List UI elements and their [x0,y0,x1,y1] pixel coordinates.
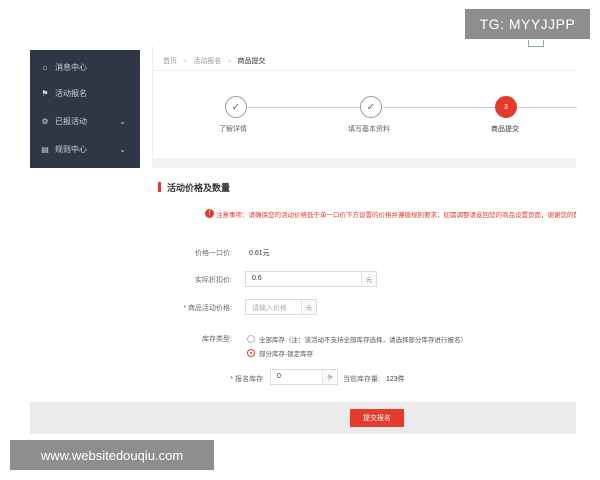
divider [153,70,577,71]
signup-stock-value: 0 [277,373,281,380]
step-connector [383,107,495,108]
flag-icon: ⚑ [41,88,49,98]
section-accent-bar [158,182,161,192]
stock-partial-option-label: 部分库存-锁定库存 [259,351,314,358]
stock-all-radio[interactable] [247,335,255,343]
discount-price-input[interactable]: 0.6 元 [245,271,377,287]
chevron-down-icon[interactable]: ⌄ [119,117,126,126]
warning-message: 注意事项：请确保您的活动价格低于单一口价下方设置的价格并遵循规则要求，如需调整请… [216,212,576,219]
activity-price-label: * 商品活动价格: [183,305,232,312]
activity-price-input[interactable]: 请输入价格 元 [245,299,317,315]
gear-icon: ⚙ [41,116,49,126]
stock-unit: 件 [322,370,337,384]
page-header: 首页 › 活动报名 › 商品提交 ✓ ✓ 3 了解详情 填写基本资料 商品提交 [152,46,577,158]
breadcrumb-home[interactable]: 首页 [163,58,177,65]
sidebar-item-messages[interactable]: ⌂ 消息中心 [30,54,140,80]
signup-stock-label: * 报名库存: [230,376,265,383]
activity-price-placeholder: 请输入价格 [252,305,287,312]
section-divider [152,158,576,168]
breadcrumb-current: 商品提交 [237,58,266,65]
price-value: 0.61元 [249,250,270,257]
discount-unit: 元 [361,272,376,286]
home-icon: ⌂ [42,62,48,72]
warning-icon: ! [205,209,214,218]
step-3-indicator: 3 [495,96,517,118]
signup-stock-input[interactable]: 0 件 [270,369,338,385]
screenshot: ⌂ 消息中心 ⚑ 活动报名 ⚙ 已报活动 ⌄ ▤ 规则中心 ⌄ 首页 › 活动报… [0,0,600,480]
stock-type-label: 库存类型: [202,336,232,343]
sidebar-item-activity-signup[interactable]: ⚑ 活动报名 [30,80,140,106]
sidebar-item-rules[interactable]: ▤ 规则中心 ⌄ [30,136,140,162]
step-2-check-icon: ✓ [360,96,382,118]
step-connector [518,107,577,108]
sidebar-item-label: 规则中心 [55,144,87,154]
step-connector [248,107,360,108]
current-stock-label: 当前库存量: [343,376,380,383]
header-tab-icon [528,40,544,47]
submit-signup-button[interactable]: 提交报名 [350,409,404,427]
sidebar-item-label: 活动报名 [55,88,87,98]
chevron-down-icon[interactable]: ⌄ [119,145,126,154]
price-label: 价格一口价: [195,250,232,257]
stock-all-option-label: 全部库存（注：该活动不支持全部库存选择，请选择部分库存进行报名） [259,337,467,344]
sidebar: ⌂ 消息中心 ⚑ 活动报名 ⚙ 已报活动 ⌄ ▤ 规则中心 ⌄ [30,50,140,168]
discount-price-label: 实际折扣价: [195,277,232,284]
section-title: 活动价格及数量 [167,183,231,193]
stock-partial-radio[interactable] [247,349,255,357]
activity-price-unit: 元 [301,300,316,314]
watermark-top: TG: MYYJJPP [465,9,590,39]
step-1-label: 了解详情 [219,126,247,133]
document-icon: ▤ [41,144,49,154]
watermark-bottom: www.websitedouqiu.com [10,440,214,470]
step-2-label: 填写基本资料 [348,126,390,133]
step-3-label: 商品提交 [491,126,519,133]
breadcrumb-activity-signup[interactable]: 活动报名 [193,58,221,65]
sidebar-item-joined-activities[interactable]: ⚙ 已报活动 ⌄ [30,108,140,134]
breadcrumb-separator: › [228,58,231,65]
action-bar [30,402,576,434]
discount-price-value: 0.6 [252,275,262,282]
breadcrumb-separator: › [183,58,187,65]
current-stock-value: 123件 [386,376,405,383]
sidebar-item-label: 已报活动 [55,116,87,126]
breadcrumb: 首页 › 活动报名 › 商品提交 [163,56,266,66]
sidebar-item-label: 消息中心 [55,62,87,72]
step-1-check-icon: ✓ [225,96,247,118]
